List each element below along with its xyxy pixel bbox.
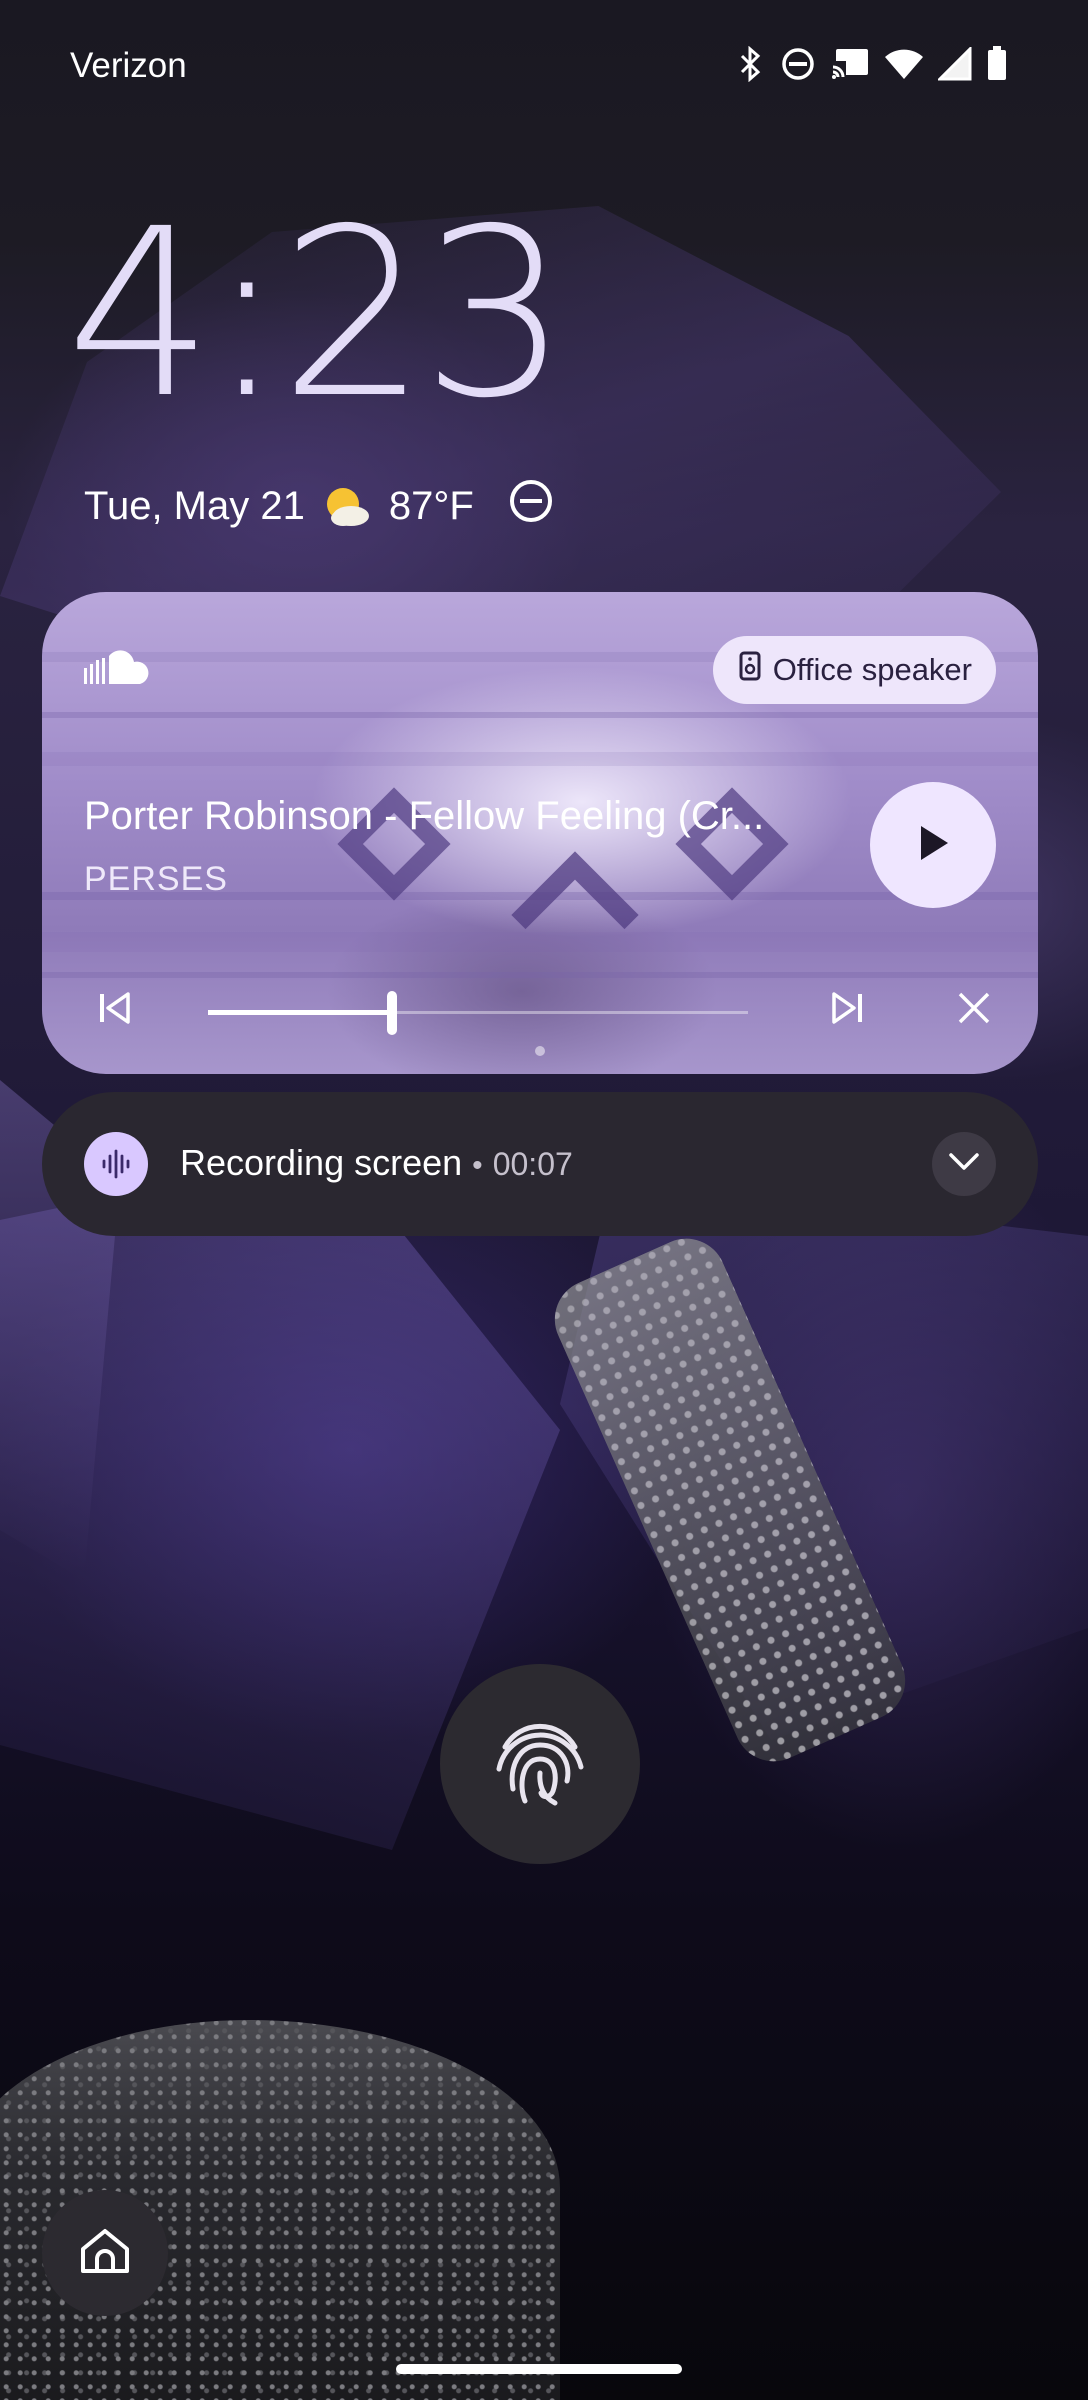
notification-separator: •	[472, 1149, 483, 1182]
screen-recording-notification[interactable]: Recording screen • 00:07	[42, 1092, 1038, 1236]
cast-icon	[830, 47, 870, 86]
carrier-name: Verizon	[70, 46, 187, 85]
temperature-label: 87°F	[388, 483, 474, 528]
do-not-disturb-icon	[780, 46, 816, 87]
soundcloud-icon	[82, 648, 152, 693]
home-icon	[77, 2225, 133, 2282]
output-device-label: Office speaker	[772, 652, 972, 687]
expand-notification-button[interactable]	[932, 1132, 996, 1196]
partly-sunny-icon	[323, 482, 371, 530]
lockscreen-clock: 4:23	[66, 179, 569, 449]
recording-timer: 00:07	[492, 1146, 573, 1182]
date-weather-row[interactable]: Tue, May 21 87°F	[84, 478, 554, 534]
play-button[interactable]	[870, 782, 996, 908]
page-dot	[535, 1046, 545, 1056]
cell-signal-icon	[936, 45, 972, 86]
bluetooth-icon	[736, 45, 766, 87]
home-controls-button[interactable]	[42, 2190, 168, 2316]
fingerprint-icon	[485, 1707, 595, 1822]
seek-bar[interactable]	[208, 991, 748, 1035]
previous-track-button[interactable]	[84, 980, 144, 1040]
next-track-button[interactable]	[818, 980, 878, 1040]
status-bar: Verizon	[0, 0, 1088, 130]
seek-bar-progress	[208, 1010, 392, 1015]
sound-wave-icon	[84, 1132, 148, 1196]
do-not-disturb-icon	[508, 478, 554, 534]
wifi-icon	[884, 47, 924, 86]
skip-previous-icon	[94, 988, 134, 1033]
media-player-card[interactable]: Office speaker Porter Robinson - Fellow …	[42, 592, 1038, 1074]
notification-title: Recording screen	[180, 1142, 463, 1183]
play-icon	[915, 823, 951, 868]
dismiss-media-button[interactable]	[944, 980, 1004, 1040]
media-page-indicator	[42, 1046, 1038, 1056]
notification-text: Recording screen • 00:07	[180, 1142, 573, 1184]
close-icon	[956, 990, 992, 1031]
output-device-chip[interactable]: Office speaker	[712, 636, 996, 704]
battery-icon	[986, 46, 1008, 87]
skip-next-icon	[828, 988, 868, 1033]
navigation-handle[interactable]	[396, 2364, 682, 2374]
track-artist: PERSES	[84, 860, 228, 898]
track-title: Porter Robinson - Fellow Feeling (Cr...	[84, 794, 765, 838]
seek-bar-thumb[interactable]	[386, 991, 397, 1035]
chevron-down-icon	[947, 1151, 981, 1178]
date-label: Tue, May 21	[84, 483, 305, 528]
fingerprint-sensor[interactable]	[440, 1664, 640, 1864]
status-icons	[736, 45, 1008, 87]
speaker-icon	[739, 651, 761, 689]
